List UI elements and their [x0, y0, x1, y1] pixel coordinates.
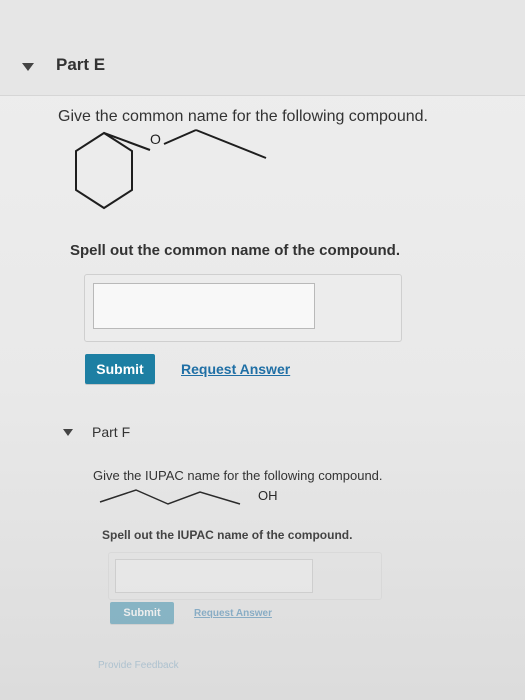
hydroxyl-label: OH — [258, 488, 278, 503]
part-e-title: Part E — [56, 55, 106, 74]
part-f-instruction: Spell out the IUPAC name of the compound… — [102, 528, 353, 542]
part-e-submit-button[interactable]: Submit — [85, 354, 155, 384]
part-e-answer-input[interactable] — [93, 283, 315, 329]
part-f-submit-button[interactable]: Submit — [110, 602, 174, 624]
part-f-molecule-structure: OH — [99, 488, 278, 505]
oxygen-label: O — [150, 131, 161, 147]
part-e-answer-area — [84, 274, 402, 342]
carbon-chain — [99, 489, 241, 505]
part-e-question: Give the common name for the following c… — [58, 108, 428, 125]
part-f-request-answer-link[interactable]: Request Answer — [194, 608, 272, 619]
caret-down-icon[interactable] — [22, 63, 34, 71]
part-e-instruction: Spell out the common name of the compoun… — [70, 242, 401, 259]
part-e-request-answer-link[interactable]: Request Answer — [181, 361, 290, 377]
caret-down-icon[interactable] — [63, 429, 73, 436]
cyclohexane-ring — [75, 131, 133, 210]
part-e-header — [0, 0, 525, 96]
part-f-question: Give the IUPAC name for the following co… — [93, 468, 383, 483]
part-f-answer-area — [108, 552, 382, 600]
provide-feedback-link[interactable]: Provide Feedback — [98, 660, 179, 671]
bond-oxygen-chain — [163, 129, 197, 145]
part-f-title: Part F — [92, 424, 131, 440]
bond-chain-end — [195, 129, 267, 159]
part-e-molecule-structure: O — [75, 129, 267, 210]
part-f-answer-input[interactable] — [115, 559, 313, 593]
